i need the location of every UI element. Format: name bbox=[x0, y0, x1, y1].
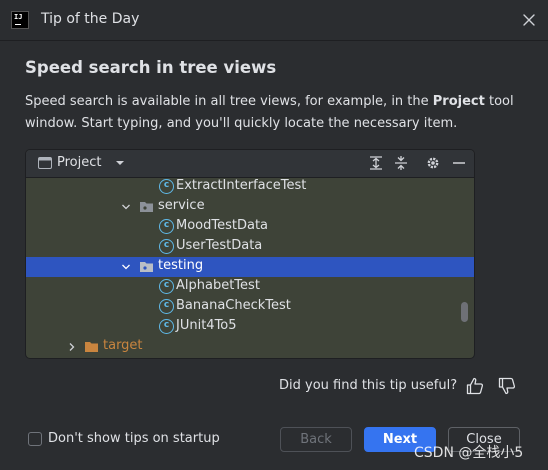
tree-row[interactable]: c BananaCheckTest bbox=[26, 297, 474, 317]
chevron-down-icon[interactable] bbox=[121, 262, 131, 272]
tree-row-label: target bbox=[103, 338, 143, 353]
project-view-selector[interactable]: Project bbox=[57, 155, 101, 170]
tree-row-label: MoodTestData bbox=[176, 218, 269, 233]
tree-row[interactable]: c AlphabetTest bbox=[26, 277, 474, 297]
package-folder-icon bbox=[140, 202, 153, 212]
scrollbar-thumb[interactable] bbox=[461, 302, 468, 322]
collapse-all-icon[interactable] bbox=[393, 155, 409, 171]
close-icon[interactable] bbox=[521, 12, 537, 28]
tree-row-selected[interactable]: testing bbox=[26, 257, 474, 277]
tree-row[interactable]: c JUnit4To5 bbox=[26, 317, 474, 337]
tip-heading: Speed search in tree views bbox=[25, 58, 277, 77]
dont-show-tips-checkbox[interactable] bbox=[28, 432, 42, 446]
tree-row-label: ExtractInterfaceTest bbox=[176, 178, 307, 193]
hide-icon[interactable] bbox=[451, 155, 467, 171]
excluded-folder-icon bbox=[85, 342, 98, 352]
feedback-question: Did you find this tip useful? bbox=[279, 378, 458, 393]
tip-description: Speed search is available in all tree vi… bbox=[25, 91, 525, 135]
chevron-down-icon[interactable] bbox=[121, 202, 131, 212]
dont-show-tips-label[interactable]: Don't show tips on startup bbox=[48, 431, 220, 446]
class-icon: c bbox=[159, 239, 174, 254]
tree-row-label: BananaCheckTest bbox=[176, 298, 291, 313]
watermark-text: CSDN @全栈小5 bbox=[414, 445, 524, 461]
class-icon: c bbox=[159, 299, 174, 314]
tree-row-label: UserTestData bbox=[176, 238, 263, 253]
project-window-icon bbox=[38, 157, 52, 169]
gear-icon[interactable] bbox=[425, 155, 441, 171]
tree-row[interactable]: c ExtractInterfaceTest bbox=[26, 177, 474, 197]
tree-row-label: AlphabetTest bbox=[176, 278, 260, 293]
project-tree-preview: Project c ExtractInterfaceTest service c… bbox=[25, 149, 475, 359]
class-icon: c bbox=[159, 219, 174, 234]
title-bar: IJ Tip of the Day bbox=[0, 0, 548, 41]
intellij-logo-icon: IJ bbox=[11, 11, 29, 29]
tip-text-start: Speed search is available in all tree vi… bbox=[25, 94, 433, 109]
thumbs-down-icon[interactable] bbox=[497, 376, 517, 396]
thumbs-up-icon[interactable] bbox=[465, 376, 485, 396]
tree-row-label: JUnit4To5 bbox=[176, 318, 237, 333]
package-folder-icon bbox=[140, 262, 153, 272]
tree-row[interactable]: c UserTestData bbox=[26, 237, 474, 257]
class-icon: c bbox=[159, 179, 174, 194]
expand-all-icon[interactable] bbox=[368, 155, 384, 171]
tree-row[interactable]: service bbox=[26, 197, 474, 217]
window-title: Tip of the Day bbox=[41, 11, 140, 27]
tree-row-label: service bbox=[158, 198, 205, 213]
chevron-down-icon[interactable] bbox=[115, 160, 125, 167]
class-icon: c bbox=[159, 319, 174, 334]
project-toolbar: Project bbox=[26, 150, 474, 178]
tree-row[interactable]: c MoodTestData bbox=[26, 217, 474, 237]
tree-row[interactable]: target bbox=[26, 337, 474, 357]
chevron-right-icon[interactable] bbox=[67, 342, 77, 352]
tree-row-label: testing bbox=[158, 258, 204, 273]
tip-text-bold: Project bbox=[432, 94, 485, 109]
class-icon: c bbox=[159, 279, 174, 294]
back-button[interactable]: Back bbox=[280, 427, 352, 452]
